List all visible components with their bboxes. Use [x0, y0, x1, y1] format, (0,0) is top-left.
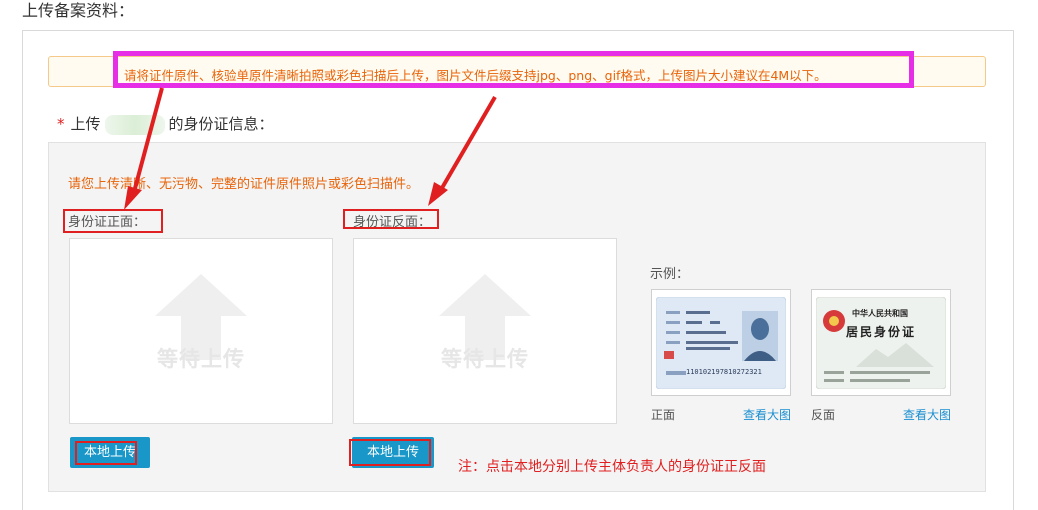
annotation-arrow-2 — [440, 95, 497, 190]
annotation-arrowhead-1 — [124, 186, 142, 210]
annotation-arrow-1 — [132, 87, 164, 193]
annotation-arrows — [124, 87, 497, 210]
